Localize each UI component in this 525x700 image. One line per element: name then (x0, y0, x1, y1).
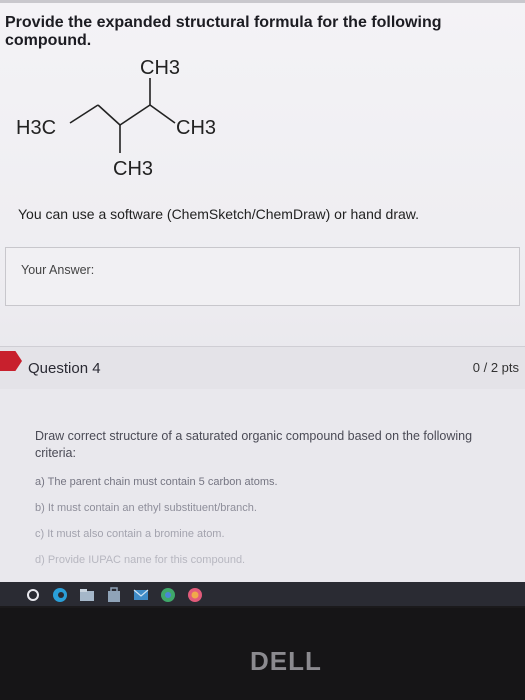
criteria-item: c) It must also contain a bromine atom. (35, 528, 225, 540)
bond-line (97, 104, 121, 126)
start-icon[interactable] (24, 586, 42, 604)
question-4-title: Question 4 (28, 360, 101, 377)
app-icon[interactable] (186, 586, 204, 604)
criteria-list: a) The parent chain must contain 5 carbo… (35, 475, 278, 579)
right-methyl-label: CH3 (176, 117, 216, 139)
molecule-diagram: CH3 H3C CH3 CH3 (16, 57, 216, 180)
chrome-icon[interactable] (159, 586, 177, 604)
bottom-methyl-label: CH3 (113, 158, 153, 180)
question-4-points: 0 / 2 pts (472, 360, 519, 375)
file-explorer-icon[interactable] (78, 586, 96, 604)
divider (0, 0, 525, 3)
criteria-item: b) It must contain an ethyl substituent/… (35, 502, 257, 514)
hint-text: You can use a software (ChemSketch/ChemD… (18, 206, 420, 222)
bond-line (119, 104, 151, 126)
bond-line (69, 104, 99, 124)
mail-icon[interactable] (132, 586, 150, 604)
criteria-item: d) Provide IUPAC name for this compound. (35, 554, 246, 566)
edge-browser-icon[interactable] (51, 586, 69, 604)
taskbar (0, 582, 525, 606)
criteria-item: a) The parent chain must contain 5 carbo… (35, 476, 278, 488)
screen: Provide the expanded structural formula … (0, 0, 525, 606)
flag-icon[interactable] (0, 351, 22, 371)
question-4-header: Question 4 0 / 2 pts (0, 346, 525, 390)
top-methyl-label: CH3 (140, 57, 180, 79)
answer-label: Your Answer: (21, 263, 95, 277)
bond-line (149, 104, 176, 124)
answer-box[interactable]: Your Answer: (5, 247, 520, 306)
store-icon[interactable] (105, 586, 123, 604)
question-4-instructions: Draw correct structure of a saturated or… (35, 429, 473, 460)
left-methyl-label: H3C (16, 117, 56, 139)
dell-logo: DELL (250, 646, 322, 676)
